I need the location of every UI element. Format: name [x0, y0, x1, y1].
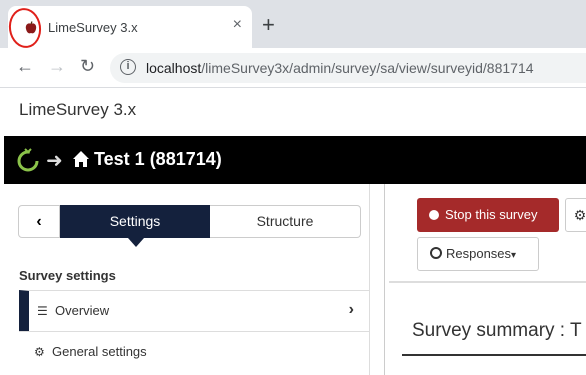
sidebar-item-general-settings[interactable]: ⚙ General settings	[19, 331, 370, 372]
close-icon[interactable]: ×	[233, 16, 242, 34]
section-title: Survey settings	[19, 268, 116, 283]
stop-survey-button[interactable]: Stop this survey	[417, 198, 559, 232]
url-host: localhost	[146, 60, 202, 76]
tab-title: LimeSurvey 3.x	[48, 20, 138, 35]
sidebar-item-label: General settings	[52, 344, 147, 359]
responses-button[interactable]: Responses▾	[417, 237, 539, 271]
responses-label: Responses	[446, 246, 512, 261]
divider	[389, 281, 586, 283]
page-title: Survey summary : T	[412, 320, 582, 341]
back-arrow-icon[interactable]: ←	[16, 56, 34, 77]
sidebar-item-overview[interactable]: ☰ Overview ›	[19, 290, 370, 331]
browser-tab[interactable]: LimeSurvey 3.x ×	[8, 6, 252, 48]
limesurvey-logo-icon	[17, 148, 39, 172]
tab-settings[interactable]: Settings	[60, 205, 210, 247]
address-bar[interactable]: i localhost/limeSurvey3x/admin/survey/sa…	[110, 53, 586, 83]
new-tab-icon[interactable]: +	[262, 14, 275, 36]
arrow-right-icon: ➜	[46, 150, 63, 172]
home-icon[interactable]	[72, 150, 90, 168]
main-panel: Stop this survey ⚙ Responses▾ Survey sum…	[384, 184, 586, 375]
collapse-sidebar-button[interactable]: ‹	[18, 205, 60, 238]
url-path: /limeSurvey3x/admin/survey/sa/view/surve…	[201, 60, 534, 76]
title-underline	[402, 354, 586, 356]
info-icon[interactable]: i	[120, 59, 136, 75]
survey-title[interactable]: Test 1 (881714)	[94, 149, 222, 170]
url-text[interactable]: localhost/limeSurvey3x/admin/survey/sa/v…	[146, 60, 534, 76]
brand-title[interactable]: LimeSurvey 3.x	[19, 100, 136, 120]
reload-icon[interactable]: ↻	[80, 56, 95, 77]
survey-titlebar: ➜ Test 1 (881714)	[4, 136, 586, 184]
sidebar-item-label: Overview	[55, 303, 110, 318]
chevron-right-icon: ›	[348, 301, 354, 318]
caret-down-icon: ▾	[511, 250, 517, 261]
tab-structure[interactable]: Structure	[210, 205, 361, 238]
limesurvey-app: LimeSurvey 3.x ➜ Test 1 (881714) ‹ Setti…	[4, 88, 586, 375]
browser-chrome: LimeSurvey 3.x × + ← → ↻ i localhost/lim…	[0, 0, 586, 88]
forward-arrow-icon[interactable]: →	[48, 56, 66, 77]
stop-icon	[429, 210, 439, 220]
browser-toolbar: ← → ↻ i localhost/limeSurvey3x/admin/sur…	[0, 48, 586, 88]
list-icon: ☰	[37, 304, 48, 318]
sidebar: ‹ Settings Structure Survey settings ☰ O…	[4, 184, 370, 375]
responses-icon	[430, 247, 442, 259]
gears-icon: ⚙	[34, 345, 45, 359]
stop-survey-label: Stop this survey	[445, 207, 538, 222]
gear-icon[interactable]: ⚙	[565, 198, 586, 232]
